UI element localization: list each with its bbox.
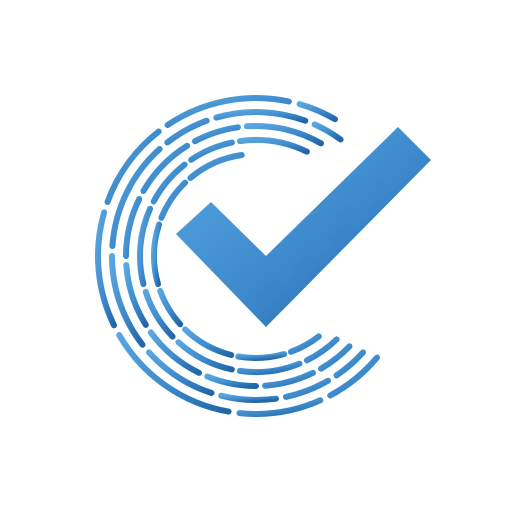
arc-segment: [311, 121, 344, 143]
arc-segment: [235, 351, 288, 361]
arc-segment: [104, 128, 162, 205]
check-logo-icon: [95, 95, 431, 417]
arc-segment: [204, 373, 259, 389]
arc-segment: [262, 369, 316, 389]
arc-segment: [192, 124, 241, 145]
arc-segment: [151, 221, 162, 288]
checkmark-icon: [176, 127, 431, 327]
app-icon-canvas: [0, 0, 512, 512]
arc-segment: [287, 333, 322, 355]
arc-segment: [236, 136, 310, 155]
arc-segment: [218, 392, 279, 403]
arc-segment: [296, 101, 338, 123]
arc-segment: [236, 360, 303, 376]
arc-segment: [213, 109, 309, 124]
arc-segment: [136, 205, 153, 288]
arc-segment: [157, 287, 184, 328]
